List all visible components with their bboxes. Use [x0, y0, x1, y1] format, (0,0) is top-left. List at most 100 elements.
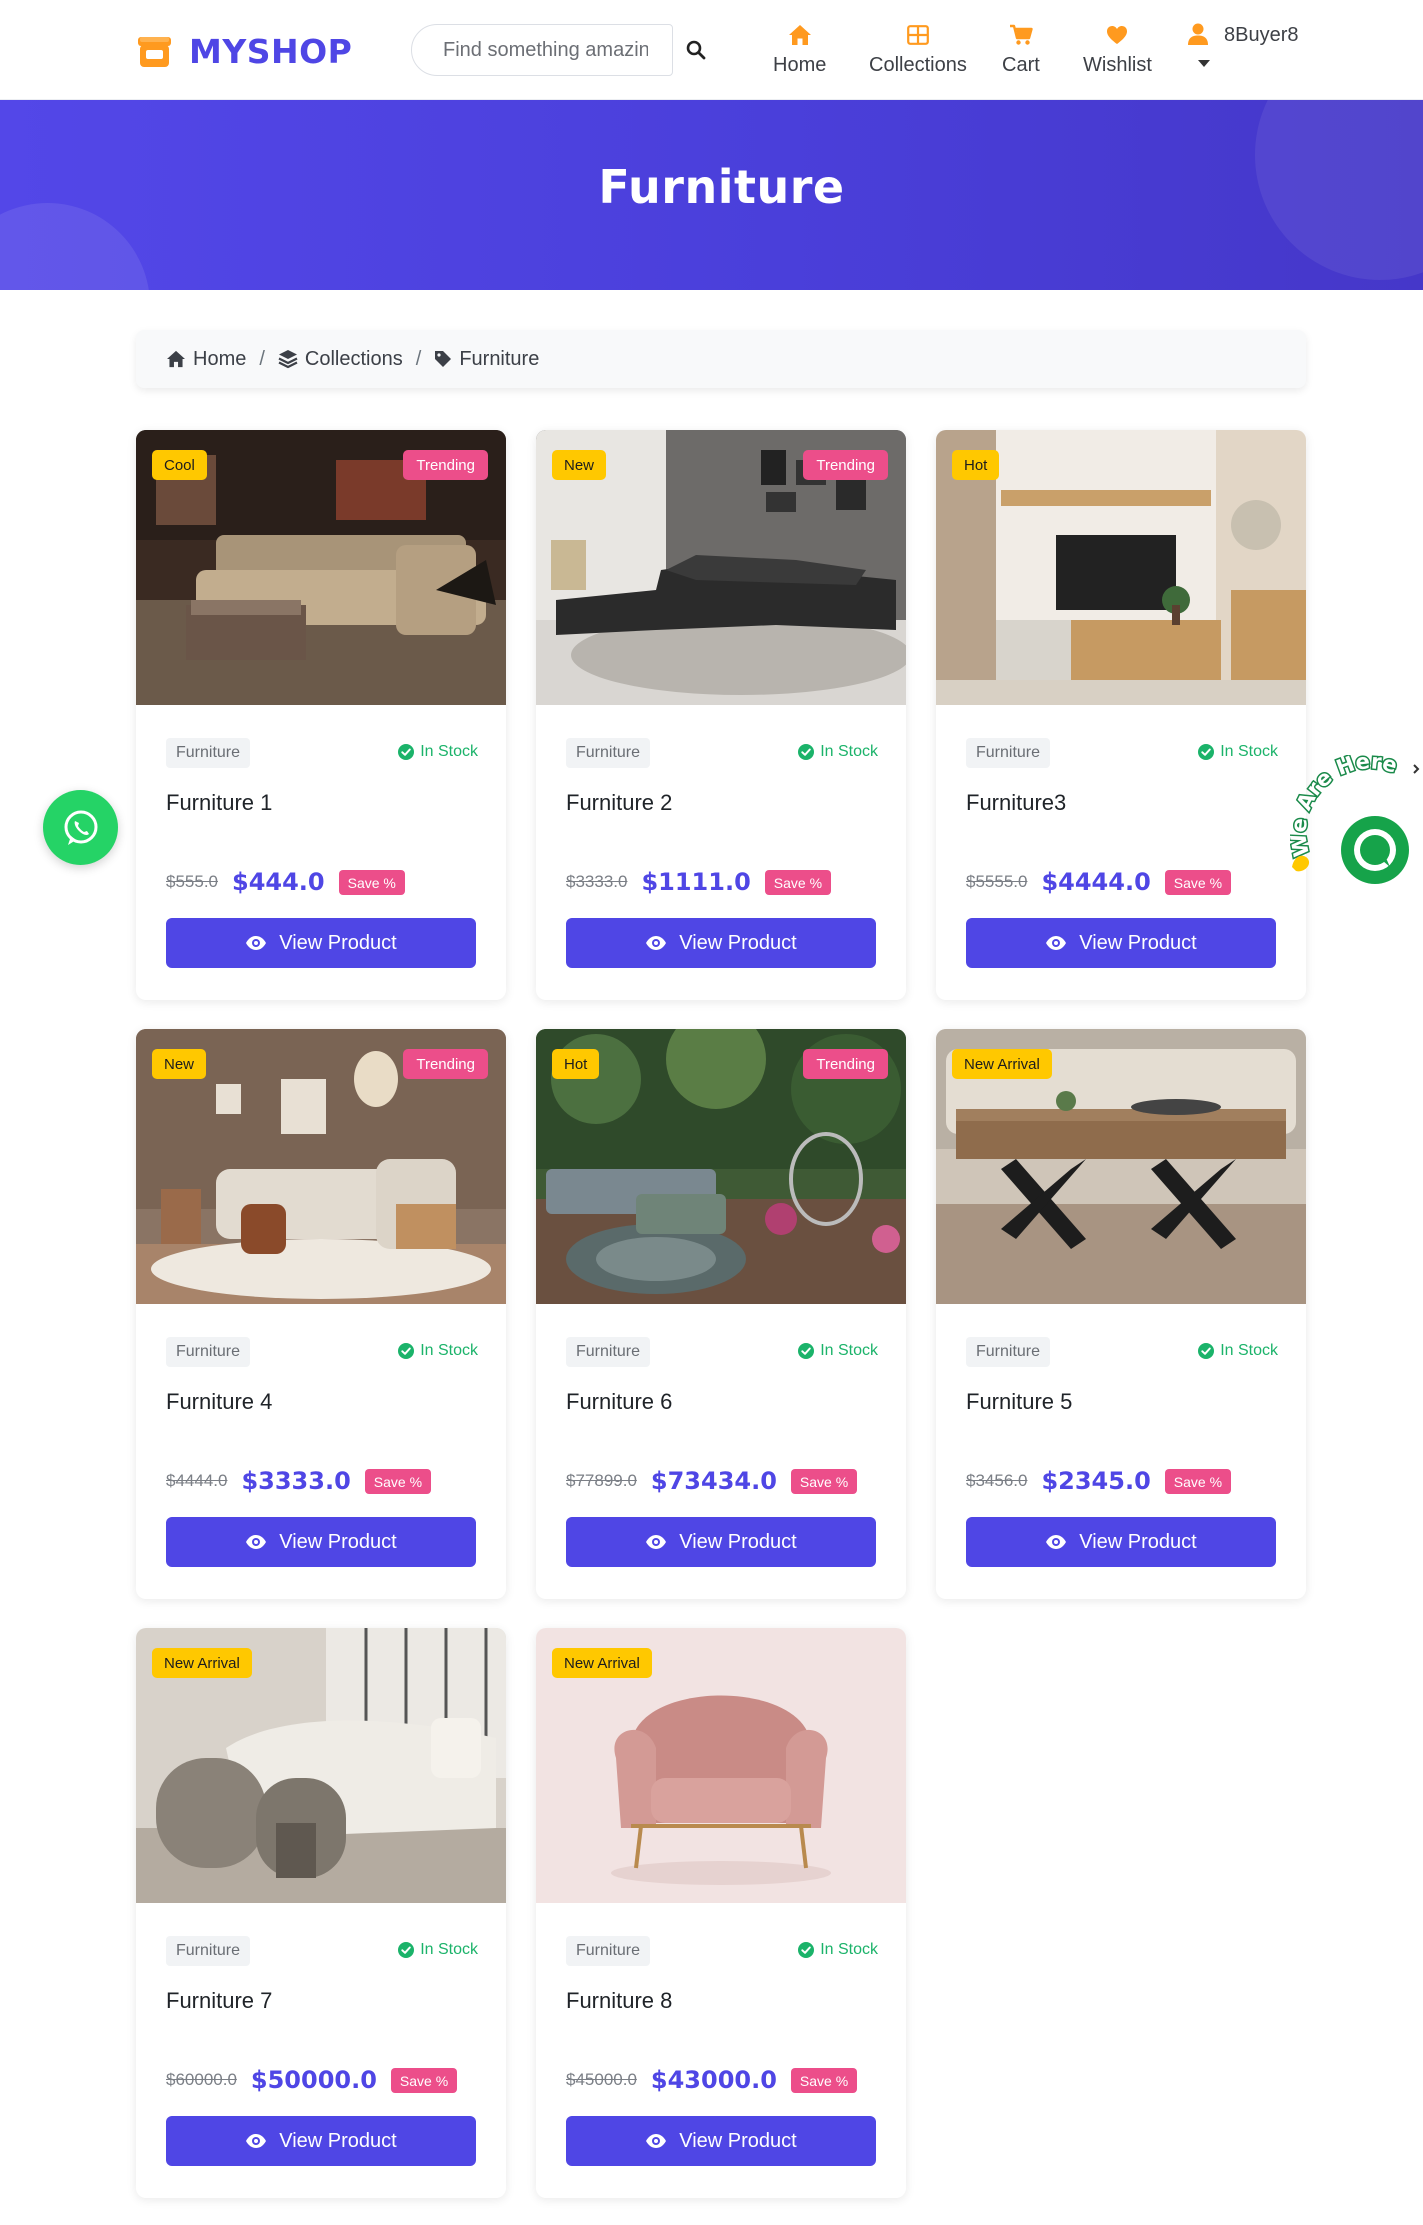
- product-image[interactable]: New Trending: [536, 430, 906, 705]
- product-card: Cool Trending Furniture In Stock Furnitu…: [136, 430, 506, 1000]
- badge-trending: Trending: [803, 1049, 888, 1079]
- price: $1111.0: [641, 868, 751, 896]
- check-circle-icon: [398, 1942, 415, 1958]
- badge-tag: New: [552, 450, 607, 480]
- whatsapp-button[interactable]: [43, 790, 118, 865]
- view-product-button[interactable]: View Product: [166, 1517, 476, 1567]
- view-product-label: View Product: [1079, 931, 1197, 954]
- category-chip: Furniture: [166, 1337, 251, 1367]
- nav-home[interactable]: Home: [773, 22, 826, 77]
- badge-trending: Trending: [803, 450, 888, 480]
- product-image[interactable]: Hot: [936, 430, 1306, 705]
- nav-collections[interactable]: Collections: [869, 22, 967, 77]
- product-card: Hot Trending Furniture In Stock Furnitur…: [536, 1029, 906, 1599]
- stock-status: In Stock: [1198, 743, 1278, 761]
- check-circle-icon: [1198, 1343, 1215, 1359]
- badge-tag: Hot: [552, 1049, 600, 1079]
- product-image[interactable]: New Trending: [136, 1029, 506, 1304]
- price: $73434.0: [650, 1467, 777, 1495]
- nav-wishlist[interactable]: Wishlist: [1083, 22, 1152, 77]
- product-title[interactable]: Furniture 5: [966, 1389, 1072, 1415]
- stock-status: In Stock: [798, 743, 878, 761]
- product-title[interactable]: Furniture 2: [566, 790, 672, 816]
- brand-name: MYSHOP: [189, 31, 353, 71]
- product-title[interactable]: Furniture 7: [166, 1988, 272, 2014]
- old-price: $5555.0: [966, 872, 1028, 891]
- product-title[interactable]: Furniture 8: [566, 1988, 672, 2014]
- brand-logo[interactable]: MYSHOP: [136, 30, 352, 72]
- price: $2345.0: [1041, 1467, 1151, 1495]
- badge-trending: Trending: [403, 1049, 488, 1079]
- price: $4444.0: [1041, 868, 1151, 896]
- breadcrumb-home-label: Home: [193, 347, 247, 370]
- category-chip: Furniture: [166, 1936, 251, 1966]
- price: $43000.0: [650, 2066, 777, 2094]
- product-card: Hot Furniture In Stock Furniture3 $5555.…: [936, 430, 1306, 1000]
- product-title[interactable]: Furniture 6: [566, 1389, 672, 1415]
- old-price: $3456.0: [966, 1471, 1028, 1490]
- view-product-button[interactable]: View Product: [566, 918, 876, 968]
- tag-icon: [435, 351, 452, 367]
- save-badge: Save %: [364, 1468, 432, 1494]
- check-circle-icon: [398, 744, 415, 760]
- price-row: $4444.0 $3333.0 Save %: [166, 1467, 432, 1495]
- stock-status: In Stock: [398, 1941, 478, 1959]
- product-card: New Arrival Furniture In Stock Furniture…: [936, 1029, 1306, 1599]
- stock-label: In Stock: [820, 1941, 878, 1958]
- stock-status: In Stock: [1198, 1342, 1278, 1360]
- product-card: New Arrival Furniture In Stock Furniture…: [536, 1628, 906, 2198]
- nav-home-label: Home: [773, 54, 827, 76]
- hero-decoration: [0, 203, 150, 290]
- category-chip: Furniture: [566, 738, 651, 768]
- product-title[interactable]: Furniture 4: [166, 1389, 272, 1415]
- chat-widget[interactable]: We Are Here: [1285, 748, 1423, 895]
- price: $3333.0: [241, 1467, 351, 1495]
- product-image[interactable]: New Arrival: [936, 1029, 1306, 1304]
- view-product-label: View Product: [679, 931, 797, 954]
- price-row: $3456.0 $2345.0 Save %: [966, 1467, 1232, 1495]
- nav-cart[interactable]: Cart: [1002, 22, 1040, 77]
- store-icon: [138, 36, 171, 67]
- grid-icon: [907, 25, 929, 45]
- view-product-button[interactable]: View Product: [566, 2116, 876, 2166]
- view-product-button[interactable]: View Product: [166, 918, 476, 968]
- badge-tag: Cool: [152, 450, 207, 480]
- badge-trending: Trending: [403, 450, 488, 480]
- product-title[interactable]: Furniture3: [966, 790, 1066, 816]
- price: $50000.0: [250, 2066, 377, 2094]
- save-badge: Save %: [1164, 1468, 1232, 1494]
- old-price: $555.0: [166, 872, 218, 891]
- view-product-button[interactable]: View Product: [166, 2116, 476, 2166]
- price: $444.0: [232, 868, 325, 896]
- old-price: $77899.0: [566, 1471, 637, 1490]
- view-product-button[interactable]: View Product: [566, 1517, 876, 1567]
- search-box: [411, 24, 673, 76]
- price-row: $77899.0 $73434.0 Save %: [566, 1467, 858, 1495]
- stock-status: In Stock: [798, 1941, 878, 1959]
- search-input[interactable]: [443, 38, 648, 62]
- breadcrumb-home[interactable]: Home: [166, 348, 246, 371]
- price-row: $60000.0 $50000.0 Save %: [166, 2066, 458, 2094]
- product-image[interactable]: New Arrival: [536, 1628, 906, 1903]
- view-product-button[interactable]: View Product: [966, 1517, 1276, 1567]
- badge-tag: Hot: [952, 450, 1000, 480]
- product-image[interactable]: Hot Trending: [536, 1029, 906, 1304]
- breadcrumb-collections-label: Collections: [304, 347, 403, 370]
- product-image[interactable]: Cool Trending: [136, 430, 506, 705]
- nav-collections-label: Collections: [869, 54, 967, 76]
- stock-label: In Stock: [820, 743, 878, 760]
- category-chip: Furniture: [566, 1337, 651, 1367]
- eye-icon: [246, 936, 267, 950]
- product-image[interactable]: New Arrival: [136, 1628, 506, 1903]
- view-product-label: View Product: [279, 931, 397, 954]
- category-chip: Furniture: [966, 738, 1051, 768]
- price-row: $45000.0 $43000.0 Save %: [566, 2066, 858, 2094]
- breadcrumb-collections[interactable]: Collections: [278, 348, 403, 371]
- hero-banner: Furniture: [0, 100, 1423, 290]
- breadcrumb-separator: /: [259, 347, 265, 370]
- product-title[interactable]: Furniture 1: [166, 790, 272, 816]
- price-row: $5555.0 $4444.0 Save %: [966, 868, 1232, 896]
- search-button[interactable]: [682, 36, 710, 64]
- view-product-button[interactable]: View Product: [966, 918, 1276, 968]
- stock-status: In Stock: [398, 743, 478, 761]
